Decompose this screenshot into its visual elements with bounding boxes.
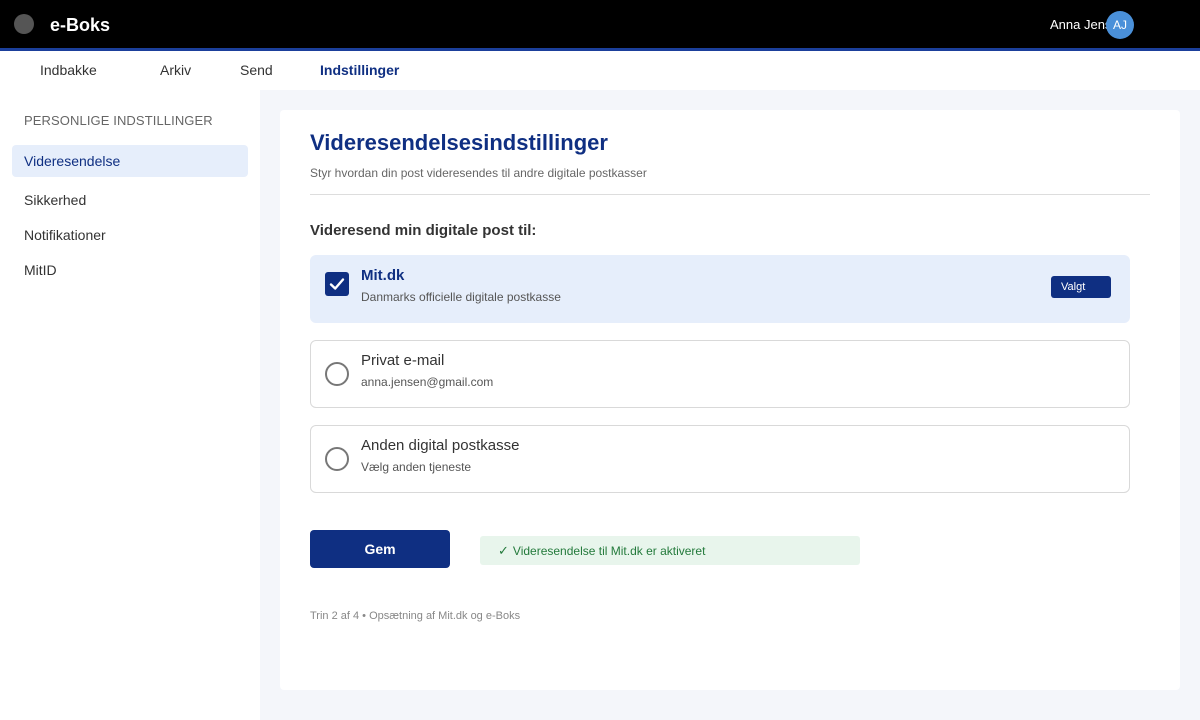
top-bar-accent-line [0,48,1200,51]
tab-arkiv[interactable]: Arkiv [160,62,191,78]
sidebar-item-videresendelse[interactable]: Videresendelse [12,145,248,177]
avatar[interactable]: AJ [1106,11,1134,39]
page-title: Videresendelsesindstillinger [310,130,608,155]
radio-unchecked-icon[interactable] [325,447,349,471]
status-text: Videresendelse til Mit.dk er aktiveret [512,544,706,558]
option-privat-email[interactable]: Privat e-mail anna.jensen@gmail.com [310,340,1130,408]
sidebar-heading: PERSONLIGE INDSTILLINGER [24,113,213,128]
radio-unchecked-icon[interactable] [325,362,349,386]
checkbox-checked-icon[interactable] [325,272,349,296]
divider [310,194,1150,195]
option-description: anna.jensen@gmail.com [361,375,494,389]
page-subtitle: Styr hvordan din post videresendes til a… [310,166,647,180]
brand-name: e-Boks [50,15,111,35]
tab-send[interactable]: Send [240,62,273,78]
option-anden-postkasse[interactable]: Anden digital postkasse Vælg anden tjene… [310,425,1130,493]
save-button[interactable]: Gem [310,530,450,568]
option-description: Vælg anden tjeneste [361,460,472,474]
tab-indstillinger[interactable]: Indstillinger [320,62,399,78]
sidebar-item-mitid[interactable]: MitID [12,254,248,286]
option-description: Danmarks officielle digitale postkasse [361,290,561,304]
option-mitdk[interactable]: Mit.dk Danmarks officielle digitale post… [310,255,1130,323]
step-indicator: Trin 2 af 4 • Opsætning af Mit.dk og e-B… [310,610,521,622]
sidebar-item-sikkerhed[interactable]: Sikkerhed [12,184,248,216]
section-label: Videresend min digitale post til: [310,222,537,239]
brand-logo-icon [14,14,34,34]
selected-badge: Valgt [1051,276,1111,298]
option-title: Mit.dk [361,267,405,284]
option-title: Anden digital postkasse [361,437,520,454]
checkmark-icon: ✓ [498,543,509,558]
top-bar [0,0,1200,48]
sidebar-item-notifikationer[interactable]: Notifikationer [12,219,248,251]
status-message: ✓ Videresendelse til Mit.dk er aktiveret [480,536,860,565]
tab-indbakke[interactable]: Indbakke [40,62,97,78]
option-title: Privat e-mail [361,352,445,369]
